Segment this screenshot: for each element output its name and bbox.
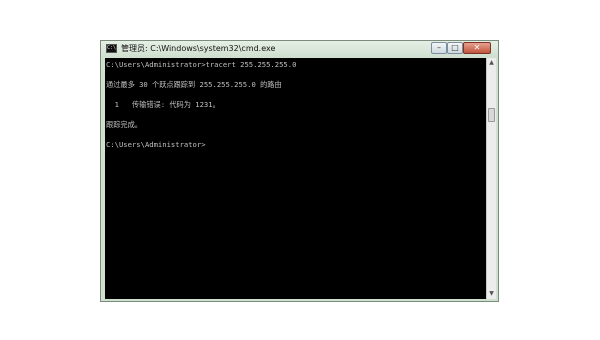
scroll-up-arrow-icon[interactable]: ▲ bbox=[487, 58, 496, 68]
console-line: 跟踪完成。 bbox=[106, 120, 142, 129]
close-button[interactable]: ✕ bbox=[463, 42, 491, 54]
maximize-button[interactable]: □ bbox=[447, 42, 463, 54]
console-line: C:\Users\Administrator> bbox=[106, 140, 206, 149]
title-bar[interactable]: C:\ 管理员: C:\Windows\system32\cmd.exe – □… bbox=[101, 41, 498, 57]
console-line: 1 传输错误: 代码为 1231。 bbox=[106, 100, 220, 109]
window-title: 管理员: C:\Windows\system32\cmd.exe bbox=[121, 44, 276, 53]
cmd-window: C:\ 管理员: C:\Windows\system32\cmd.exe – □… bbox=[100, 40, 499, 302]
cmd-app-icon[interactable]: C:\ bbox=[106, 44, 117, 53]
minimize-button[interactable]: – bbox=[431, 42, 447, 54]
console-line: C:\Users\Administrator>tracert 255.255.2… bbox=[106, 60, 297, 69]
console-line: 通过最多 30 个跃点跟踪到 255.255.255.0 的路由 bbox=[106, 80, 282, 89]
vertical-scrollbar[interactable]: ▲ ▼ bbox=[486, 58, 496, 299]
console-output[interactable]: C:\Users\Administrator>tracert 255.255.2… bbox=[105, 58, 486, 299]
scrollbar-thumb[interactable] bbox=[488, 108, 495, 122]
scroll-down-arrow-icon[interactable]: ▼ bbox=[487, 289, 496, 299]
